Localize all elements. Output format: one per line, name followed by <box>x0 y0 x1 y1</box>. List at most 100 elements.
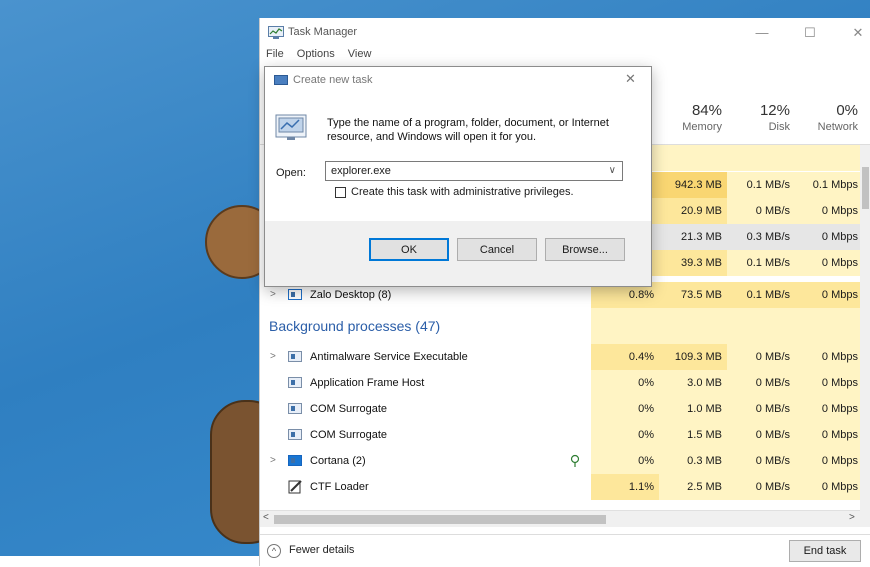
browse-button[interactable]: Browse... <box>545 238 625 261</box>
memory-column-header[interactable]: 84% Memory <box>659 102 722 133</box>
cpu-cell: 0% <box>591 396 659 422</box>
process-name: COM Surrogate <box>310 403 388 415</box>
open-combobox[interactable]: explorer.exe ∨ <box>325 161 623 181</box>
disk-cell: 0 MB/s <box>727 396 795 422</box>
network-cell: 0 Mbps <box>795 344 863 370</box>
memory-column-label: Memory <box>682 121 722 133</box>
network-cell <box>795 145 863 171</box>
network-cell: 0 Mbps <box>795 474 863 500</box>
end-task-button[interactable]: End task <box>789 540 861 562</box>
network-cell: 0 Mbps <box>795 422 863 448</box>
background-processes-heading: Background processes (47) <box>269 318 441 334</box>
window-title: Task Manager <box>288 26 358 38</box>
table-row[interactable]: Application Frame Host 0% 3.0 MB 0 MB/s … <box>260 370 863 396</box>
network-cell: 0 Mbps <box>795 250 863 276</box>
table-row[interactable]: COM Surrogate 0% 1.5 MB 0 MB/s 0 Mbps <box>260 422 863 448</box>
network-cell: 0 Mbps <box>795 224 863 250</box>
horizontal-scroll-thumb[interactable] <box>274 515 606 524</box>
maximize-button[interactable]: ☐ <box>790 22 830 44</box>
horizontal-scrollbar[interactable]: < > <box>260 510 860 527</box>
disk-cell <box>727 308 795 344</box>
task-manager-icon <box>268 26 284 39</box>
memory-cell: 73.5 MB <box>659 282 727 308</box>
admin-privileges-checkbox[interactable] <box>335 187 346 198</box>
ok-button[interactable]: OK <box>369 238 449 261</box>
memory-cell: 0.3 MB <box>659 448 727 474</box>
disk-usage-percent: 12% <box>759 102 790 119</box>
process-name: Application Frame Host <box>310 377 425 389</box>
disk-column-label: Disk <box>768 121 790 133</box>
scroll-left-icon[interactable]: < <box>263 512 269 523</box>
table-row[interactable]: > Cortana (2) 0% 0.3 MB 0 MB/s 0 Mbps <box>260 448 863 474</box>
network-column-label: Network <box>817 121 858 133</box>
process-icon <box>288 403 302 414</box>
chevron-down-icon[interactable]: ∨ <box>609 162 616 180</box>
table-row[interactable]: COM Surrogate 0% 1.0 MB 0 MB/s 0 Mbps <box>260 396 863 422</box>
network-usage-percent: 0% <box>836 102 858 119</box>
fewer-details-link[interactable]: Fewer details <box>289 544 354 556</box>
disk-cell: 0.1 MB/s <box>727 282 795 308</box>
open-input-value[interactable]: explorer.exe <box>331 165 391 177</box>
disk-column-header[interactable]: 12% Disk <box>727 102 790 133</box>
memory-cell <box>659 308 727 344</box>
expand-chevron-icon[interactable]: > <box>270 344 276 370</box>
process-icon <box>288 351 302 362</box>
process-name: Cortana (2) <box>310 455 366 467</box>
cancel-button[interactable]: Cancel <box>457 238 537 261</box>
network-cell: 0 Mbps <box>795 198 863 224</box>
expand-chevron-icon[interactable]: > <box>270 448 276 474</box>
leaf-status-icon <box>570 454 580 467</box>
footer-bar: ^ Fewer details End task <box>260 534 870 567</box>
table-row[interactable]: > Antimalware Service Executable 0.4% 10… <box>260 344 863 370</box>
memory-usage-percent: 84% <box>691 102 722 119</box>
run-dialog-icon <box>274 75 288 85</box>
process-icon <box>288 377 302 388</box>
network-cell: 0 Mbps <box>795 448 863 474</box>
memory-cell: 2.5 MB <box>659 474 727 500</box>
process-name: COM Surrogate <box>310 429 388 441</box>
menu-options[interactable]: Options <box>297 48 335 60</box>
vertical-scrollbar[interactable] <box>860 145 870 527</box>
menu-view[interactable]: View <box>348 48 372 60</box>
dialog-close-icon[interactable]: ✕ <box>625 71 636 87</box>
memory-cell: 21.3 MB <box>659 224 727 250</box>
cpu-cell: 0% <box>591 448 659 474</box>
cpu-cell: 0% <box>591 422 659 448</box>
open-label: Open: <box>276 167 306 179</box>
disk-cell: 0 MB/s <box>727 474 795 500</box>
network-column-header[interactable]: 0% Network <box>795 102 858 133</box>
create-new-task-dialog: Create new task ✕ Type the name of a pro… <box>264 66 652 287</box>
cpu-cell <box>591 308 659 344</box>
zalo-icon <box>288 289 302 300</box>
memory-cell: 1.5 MB <box>659 422 727 448</box>
run-program-icon <box>275 114 307 140</box>
memory-cell: 20.9 MB <box>659 198 727 224</box>
memory-cell: 1.0 MB <box>659 396 727 422</box>
cpu-cell: 0% <box>591 370 659 396</box>
cortana-icon <box>288 455 302 466</box>
disk-cell: 0 MB/s <box>727 370 795 396</box>
disk-cell: 0 MB/s <box>727 198 795 224</box>
menu-bar: File Options View <box>260 48 375 64</box>
chevron-up-icon[interactable]: ^ <box>267 544 281 558</box>
dialog-title-bar[interactable]: Create new task ✕ <box>265 67 651 95</box>
network-cell: 0 Mbps <box>795 282 863 308</box>
dialog-button-bar: OK Cancel Browse... <box>265 221 651 286</box>
process-name: Antimalware Service Executable <box>310 351 468 363</box>
minimize-button[interactable]: — <box>742 22 782 44</box>
disk-cell: 0.1 MB/s <box>727 172 795 198</box>
memory-cell: 39.3 MB <box>659 250 727 276</box>
vertical-scroll-thumb[interactable] <box>862 167 869 209</box>
memory-cell: 109.3 MB <box>659 344 727 370</box>
admin-privileges-label[interactable]: Create this task with administrative pri… <box>351 186 574 198</box>
menu-file[interactable]: File <box>266 48 284 60</box>
table-row[interactable]: CTF Loader 1.1% 2.5 MB 0 MB/s 0 Mbps <box>260 474 863 500</box>
memory-cell: 942.3 MB <box>659 172 727 198</box>
scroll-right-icon[interactable]: > <box>849 512 855 523</box>
close-button[interactable]: ✕ <box>838 22 870 44</box>
title-bar[interactable]: Task Manager — ☐ ✕ <box>260 18 870 48</box>
disk-cell: 0.1 MB/s <box>727 250 795 276</box>
disk-cell: 0 MB/s <box>727 344 795 370</box>
cpu-cell: 0.4% <box>591 344 659 370</box>
process-name: CTF Loader <box>310 481 369 493</box>
